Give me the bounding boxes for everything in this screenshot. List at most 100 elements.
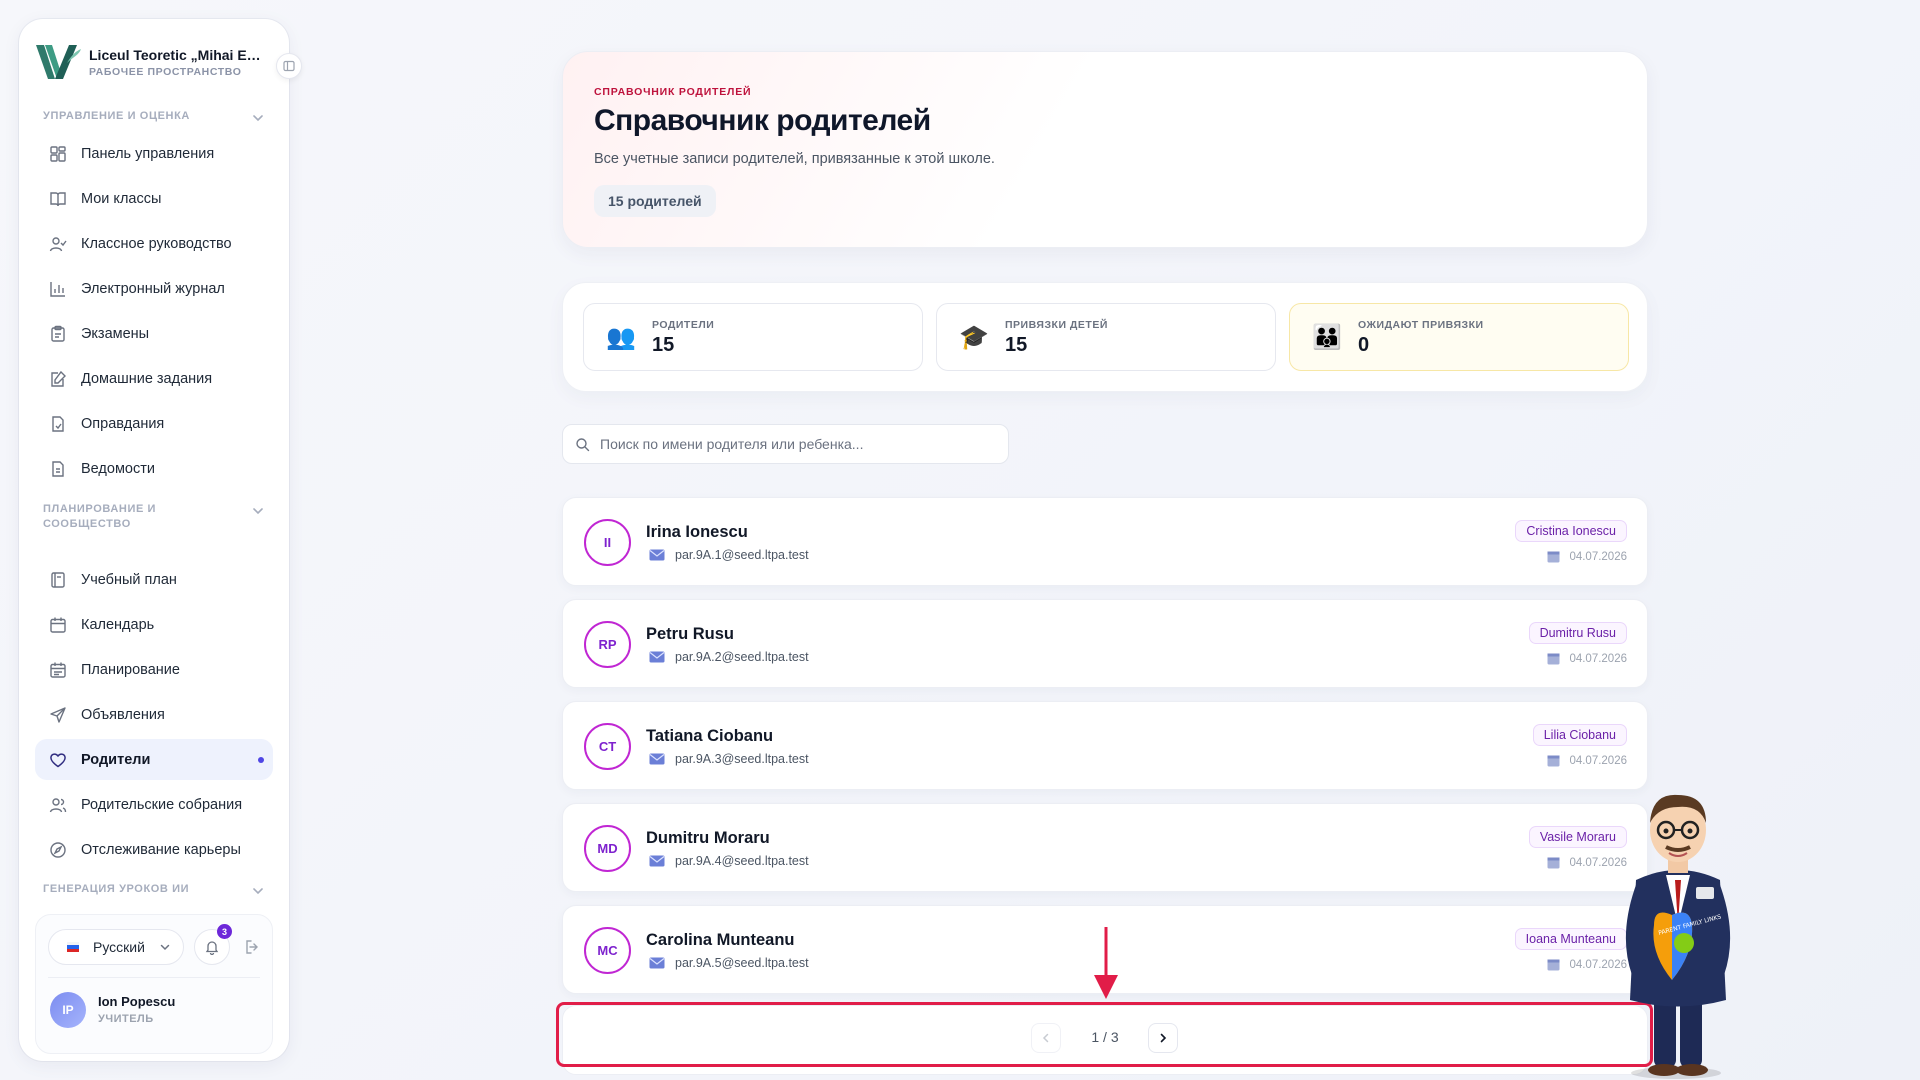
sidebar-footer: Русский 3 IP Ion Popescu УЧИТЕЛЬ <box>35 914 273 1054</box>
sidebar-item-label: Календарь <box>81 616 155 633</box>
file-text-icon <box>52 460 64 477</box>
stat-value: 15 <box>1005 334 1028 356</box>
sidebar-item-reports[interactable]: Ведомости <box>35 448 273 489</box>
parent-email: par.9A.4@seed.ltpa.test <box>649 854 809 868</box>
sidebar-item-calendar[interactable]: Календарь <box>35 604 273 645</box>
calendar-icon <box>1547 959 1560 971</box>
parents-emoji-icon: 👥 <box>606 324 636 351</box>
brand[interactable]: Liceul Teoretic „Mihai Emi... РАБОЧЕЕ ПР… <box>33 37 273 87</box>
parent-email-text: par.9A.5@seed.ltpa.test <box>675 956 809 970</box>
sidebar-item-label: Электронный журнал <box>81 280 225 297</box>
avatar[interactable]: IP <box>50 992 86 1028</box>
avatar: CT <box>584 723 631 770</box>
page-description: Все учетные записи родителей, привязанны… <box>594 151 995 167</box>
bell-icon <box>205 941 219 955</box>
sidebar-item-homework[interactable]: Домашние задания <box>35 358 273 399</box>
mail-icon <box>649 855 665 867</box>
collapse-sidebar-button[interactable] <box>276 53 302 79</box>
language-label: Русский <box>93 939 145 955</box>
calendar-grid-icon <box>50 662 66 678</box>
sidebar-item-exams[interactable]: Экзамены <box>35 313 273 354</box>
avatar: MD <box>584 825 631 872</box>
workspace-name: Liceul Teoretic „Mihai Emi... <box>89 46 269 63</box>
logout-icon[interactable] <box>244 938 262 956</box>
stat-label: РОДИТЕЛИ <box>652 319 715 331</box>
sidebar-item-label: Отслеживание карьеры <box>81 841 241 858</box>
file-check-icon <box>52 415 64 432</box>
link-date-text: 04.07.2026 <box>1569 754 1627 767</box>
section-title-management: УПРАВЛЕНИЕ И ОЦЕНКА <box>43 110 190 122</box>
parent-card[interactable]: MD Dumitru Moraru par.9A.4@seed.ltpa.tes… <box>562 803 1648 892</box>
sidebar-item-career-tracking[interactable]: Отслеживание карьеры <box>35 829 273 870</box>
sidebar-item-curriculum[interactable]: Учебный план <box>35 559 273 600</box>
sidebar-item-label: Панель управления <box>81 145 215 162</box>
calendar-icon <box>1547 857 1560 869</box>
mail-icon <box>649 957 665 969</box>
child-tag[interactable]: Lilia Ciobanu <box>1532 724 1627 746</box>
mail-icon <box>649 549 665 561</box>
book-icon <box>50 191 66 206</box>
chevron-down-icon[interactable] <box>251 884 265 898</box>
parent-card[interactable]: II Irina Ionescu par.9A.1@seed.ltpa.test… <box>562 497 1648 586</box>
sidebar-item-homeroom[interactable]: Классное руководство <box>35 223 273 264</box>
parent-name: Tatiana Ciobanu <box>646 727 774 745</box>
user-role: УЧИТЕЛЬ <box>98 1013 154 1025</box>
users-icon <box>49 797 67 812</box>
sidebar-item-planning[interactable]: Планирование <box>35 649 273 690</box>
parent-card[interactable]: CT Tatiana Ciobanu par.9A.3@seed.ltpa.te… <box>562 701 1648 790</box>
notifications-button[interactable]: 3 <box>194 924 232 965</box>
sidebar-item-label: Мои классы <box>81 190 162 207</box>
parent-email-text: par.9A.1@seed.ltpa.test <box>675 548 809 562</box>
notification-count-badge: 3 <box>217 924 232 939</box>
calendar-icon <box>1547 551 1560 563</box>
sidebar-item-announcements[interactable]: Объявления <box>35 694 273 735</box>
stat-label: ПРИВЯЗКИ ДЕТЕЙ <box>1005 319 1108 331</box>
stats-panel: 👥 РОДИТЕЛИ 15 🎓 ПРИВЯЗКИ ДЕТЕЙ 15 👪 ОЖИД… <box>562 282 1648 392</box>
parent-name: Irina Ionescu <box>646 523 748 541</box>
chevron-down-icon[interactable] <box>251 111 265 125</box>
sidebar-item-excuses[interactable]: Оправдания <box>35 403 273 444</box>
calendar-icon <box>1547 653 1560 665</box>
sidebar-item-parents[interactable]: Родители <box>35 739 273 780</box>
child-tag[interactable]: Cristina Ionescu <box>1515 520 1627 542</box>
link-date: 04.07.2026 <box>1547 652 1627 665</box>
active-indicator-dot <box>258 757 264 763</box>
russian-flag-icon <box>67 942 79 952</box>
child-tag[interactable]: Dumitru Rusu <box>1528 622 1627 644</box>
sidebar-item-parent-meetings[interactable]: Родительские собрания <box>35 784 273 825</box>
avatar: RP <box>584 621 631 668</box>
dashboard-icon <box>50 145 66 162</box>
brand-logo-icon <box>36 45 81 79</box>
search-box[interactable] <box>562 424 1009 464</box>
section-title-planning: ПЛАНИРОВАНИЕ И СООБЩЕСТВО <box>43 503 157 530</box>
parent-email: par.9A.1@seed.ltpa.test <box>649 548 809 562</box>
user-name: Ion Popescu <box>98 994 176 1009</box>
sidebar-item-label: Учебный план <box>81 571 177 588</box>
footer-divider <box>48 977 260 978</box>
calendar-icon <box>50 617 66 633</box>
send-icon <box>50 706 66 723</box>
mascot-illustration: PARENT FAMILY LINKS <box>1625 794 1731 1079</box>
sidebar: Liceul Teoretic „Mihai Emi... РАБОЧЕЕ ПР… <box>19 19 289 1061</box>
stat-card-pending-links: 👪 ОЖИДАЮТ ПРИВЯЗКИ 0 <box>1289 303 1629 371</box>
section-title-ai-lessons: ГЕНЕРАЦИЯ УРОКОВ ИИ <box>43 883 190 895</box>
link-date-text: 04.07.2026 <box>1569 652 1627 665</box>
chevron-down-icon <box>160 944 170 951</box>
family-emoji-icon: 👪 <box>1312 324 1342 351</box>
page-eyebrow: СПРАВОЧНИК РОДИТЕЛЕЙ <box>594 86 752 98</box>
parent-name: Carolina Munteanu <box>646 931 795 949</box>
user-check-icon <box>49 236 67 251</box>
parent-email: par.9A.5@seed.ltpa.test <box>649 956 809 970</box>
chevron-down-icon[interactable] <box>251 504 265 518</box>
sidebar-item-my-classes[interactable]: Мои классы <box>35 178 273 219</box>
bar-chart-icon <box>50 281 65 297</box>
parents-count-chip: 15 родителей <box>594 185 716 217</box>
parent-email-text: par.9A.3@seed.ltpa.test <box>675 752 809 766</box>
search-input[interactable] <box>600 436 1000 452</box>
sidebar-item-label: Объявления <box>81 706 165 723</box>
sidebar-item-gradebook[interactable]: Электронный журнал <box>35 268 273 309</box>
language-selector[interactable]: Русский <box>48 929 184 965</box>
parent-name: Dumitru Moraru <box>646 829 770 847</box>
parent-card[interactable]: RP Petru Rusu par.9A.2@seed.ltpa.test Du… <box>562 599 1648 688</box>
sidebar-item-dashboard[interactable]: Панель управления <box>35 133 273 174</box>
